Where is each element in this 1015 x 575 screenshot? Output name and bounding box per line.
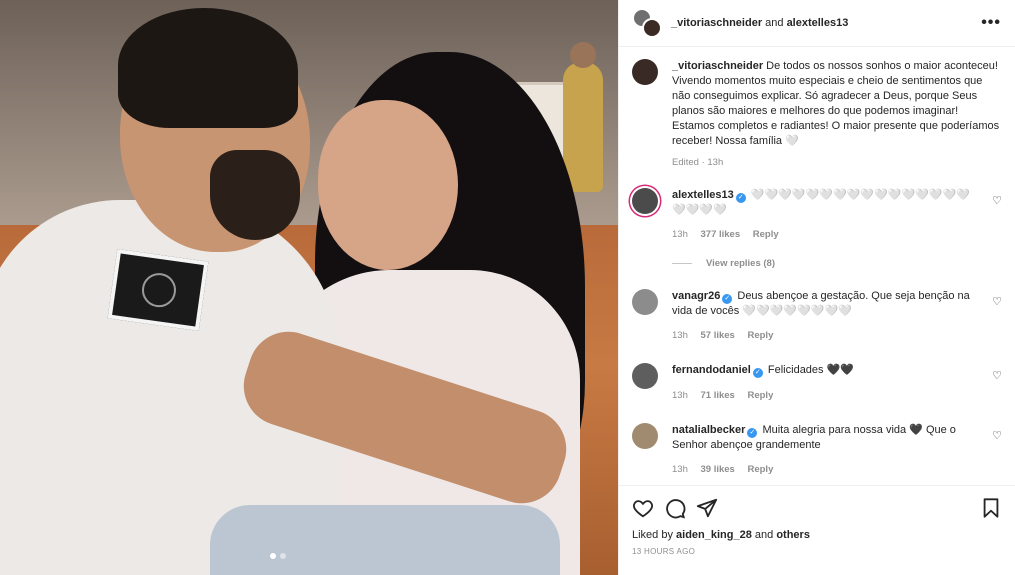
comment-item: vanagr26 ✓ Deus abençoe a gestação. Que s… [632,289,1002,343]
avatar[interactable] [642,18,662,38]
view-replies-button[interactable]: View replies (8) [672,258,1002,269]
avatar[interactable] [632,423,658,449]
liked-suffix: and [751,529,777,541]
collab-avatars[interactable] [632,8,662,38]
avatar[interactable] [632,59,658,85]
caption: _vitoriaschneider De todos os nossos son… [632,59,1002,149]
liked-others[interactable]: others [776,529,810,541]
liked-prefix: Liked by [632,529,677,541]
comment-time[interactable]: 13h [672,464,688,475]
post-photo[interactable] [0,0,618,575]
liked-by: Liked by aiden_king_28 and others [632,529,1002,541]
post-timestamp[interactable]: 13 HOURS AGO [632,547,1002,556]
reply-button[interactable]: Reply [747,464,773,475]
comment-likes[interactable]: 39 likes [701,464,735,475]
comment-time[interactable]: 13h [672,330,688,341]
comment-username[interactable]: natalialbecker [672,424,745,436]
share-icon[interactable] [696,497,718,519]
carousel-dot-active[interactable] [270,553,276,559]
reply-button[interactable]: Reply [753,229,779,240]
comment-body: fernandodaniel ✓ Felicidades 🖤🖤 13h 71 li… [672,363,972,403]
avatar[interactable] [632,188,658,214]
photo-man-beard [210,150,300,240]
comment-likes[interactable]: 71 likes [701,390,735,401]
caption-body: _vitoriaschneider De todos os nossos son… [672,59,1002,149]
verified-icon: ✓ [747,428,758,438]
carousel-dot[interactable] [280,553,286,559]
comment-body: natalialbecker ✓ Muita alegria para nossa… [672,423,972,477]
comment-meta: 13h 39 likes Reply [672,463,972,477]
comment-body: alextelles13 ✓ 🤍🤍🤍🤍🤍🤍🤍🤍🤍🤍🤍🤍🤍🤍🤍🤍🤍🤍🤍🤍 13h 3… [672,188,972,242]
heart-icon[interactable]: ♡ [992,194,1002,207]
post-header: _vitoriaschneider and alextelles13 ••• [619,0,1015,47]
author-username-2[interactable]: alextelles13 [787,17,849,29]
reply-button[interactable]: Reply [747,390,773,401]
verified-icon: ✓ [735,193,746,203]
avatar[interactable] [632,363,658,389]
action-bar [632,496,1002,520]
comment-icon[interactable] [664,497,686,519]
view-replies-label[interactable]: View replies (8) [706,258,775,269]
comments-scroll-area[interactable]: _vitoriaschneider De todos os nossos son… [619,47,1015,485]
comment-item: natalialbecker ✓ Muita alegria para nossa… [632,423,1002,477]
comment-meta: 13h 377 likes Reply [672,228,972,242]
verified-icon: ✓ [722,294,733,304]
carousel-dots [270,553,286,559]
photo-ultrasound-print [107,248,209,332]
caption-meta: Edited · 13h [672,157,724,168]
photo-jeans [210,505,560,575]
heart-icon[interactable] [632,497,654,519]
photo-woman-face [318,100,458,270]
comment-username[interactable]: vanagr26 [672,290,720,302]
post-authors: _vitoriaschneider and alextelles13 [671,17,848,29]
comment-time[interactable]: 13h [672,390,688,401]
comment-likes[interactable]: 377 likes [701,229,741,240]
avatar[interactable] [632,289,658,315]
comment-username[interactable]: alextelles13 [672,189,734,201]
liked-username[interactable]: aiden_king_28 [676,529,752,541]
photo-man-hair [118,8,298,128]
caption-text: De todos os nossos sonhos o maior aconte… [672,60,1000,147]
comment-item: fernandodaniel ✓ Felicidades 🖤🖤 13h 71 li… [632,363,1002,403]
post-side-panel: _vitoriaschneider and alextelles13 ••• _… [618,0,1015,575]
reply-button[interactable]: Reply [747,330,773,341]
heart-icon[interactable]: ♡ [992,429,1002,442]
post-footer: Liked by aiden_king_28 and others 13 HOU… [619,485,1015,575]
comment-item: alextelles13 ✓ 🤍🤍🤍🤍🤍🤍🤍🤍🤍🤍🤍🤍🤍🤍🤍🤍🤍🤍🤍🤍 13h 3… [632,188,1002,242]
caption-username[interactable]: _vitoriaschneider [672,60,763,72]
comment-text: Felicidades 🖤🖤 [767,364,854,376]
heart-icon[interactable]: ♡ [992,369,1002,382]
photo-background-person [563,42,603,192]
comment-meta: 13h 71 likes Reply [672,389,972,403]
heart-icon[interactable]: ♡ [992,295,1002,308]
more-icon[interactable]: ••• [981,14,1001,32]
author-username[interactable]: _vitoriaschneider [671,17,762,29]
comment-meta: 13h 57 likes Reply [672,329,972,343]
comment-likes[interactable]: 57 likes [701,330,735,341]
author-joiner: and [762,17,787,29]
verified-icon: ✓ [752,368,763,378]
bookmark-icon[interactable] [980,497,1002,519]
comment-time[interactable]: 13h [672,229,688,240]
comment-body: vanagr26 ✓ Deus abençoe a gestação. Que s… [672,289,972,343]
replies-divider [672,263,692,264]
comment-username[interactable]: fernandodaniel [672,364,751,376]
